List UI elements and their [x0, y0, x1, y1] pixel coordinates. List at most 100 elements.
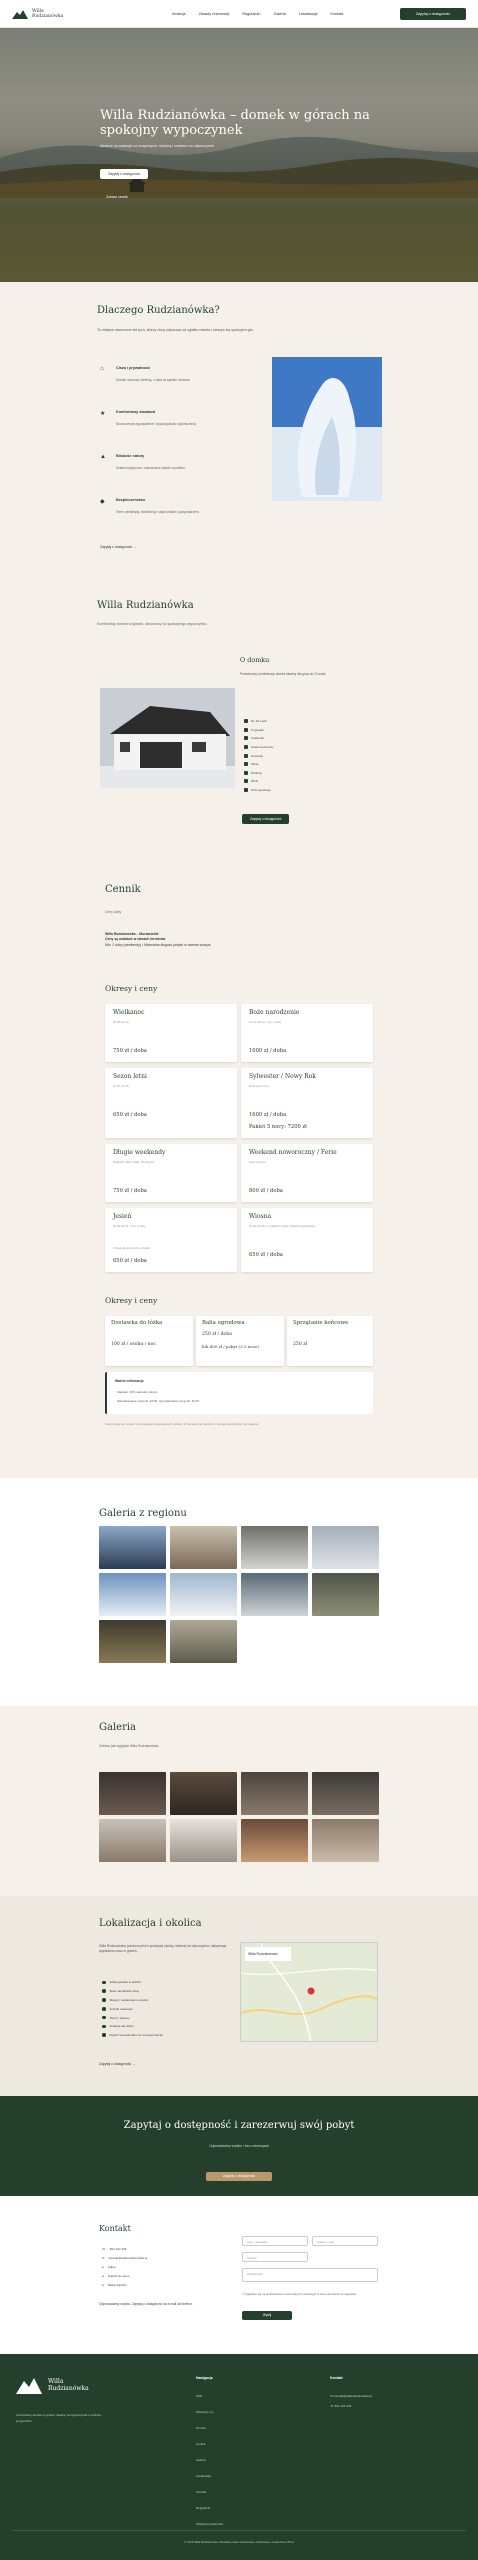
- contact-item[interactable]: ● Mapa dojazdu: [102, 2280, 147, 2289]
- gallery-image[interactable]: [241, 1526, 308, 1569]
- gallery-image[interactable]: [170, 1819, 237, 1862]
- name-input[interactable]: Imię i nazwisko: [242, 2236, 308, 2246]
- footer-link[interactable]: Kontakt: [196, 2490, 223, 2506]
- location-more-link[interactable]: Zapytaj o dostępność →: [99, 2062, 136, 2066]
- price-card-price: 1600 zł / doba: [249, 1112, 287, 1118]
- gallery-image[interactable]: [99, 1819, 166, 1862]
- footer-link[interactable]: Start: [196, 2394, 223, 2410]
- about-text: Przestronny, komfortowy domek idealny dl…: [240, 672, 327, 676]
- gallery-image[interactable]: [170, 1772, 237, 1815]
- gallery-image[interactable]: [312, 1526, 379, 1569]
- nav-link-regulamin[interactable]: Regulamin: [242, 12, 260, 16]
- gallery-image[interactable]: [312, 1772, 379, 1815]
- footer-link[interactable]: Dlaczego my: [196, 2410, 223, 2426]
- star-icon: ★: [100, 411, 106, 417]
- gallery-image[interactable]: [312, 1819, 379, 1862]
- message-input[interactable]: Wiadomość: [242, 2268, 378, 2282]
- info-line: Zadatek: 30% wartości pobytu: [117, 1390, 158, 1394]
- mountain-logo-icon: [12, 9, 28, 19]
- location-title: Lokalizacja i okolica: [99, 1918, 202, 1929]
- contact-item[interactable]: ● Dojazd do domu: [102, 2271, 147, 2280]
- email-input[interactable]: Adres e-mail: [312, 2236, 378, 2246]
- mountain-logo-icon: [16, 2378, 42, 2394]
- contact-note: Odpowiadamy szybko. Zapytaj o dostępność…: [99, 2302, 193, 2306]
- cta-subtitle: Odpowiadamy szybko i bez zobowiązań: [208, 2144, 270, 2148]
- footer-link[interactable]: Regulamin: [196, 2506, 223, 2522]
- amenity-item: Do 10 osób: [244, 717, 274, 726]
- price-card-dates: 01.07–31.08: [113, 1084, 129, 1088]
- why-more-link[interactable]: Zapytaj o dostępność →: [100, 545, 137, 549]
- location-item-label: Sklepy i restauracje w okolicy: [109, 1997, 149, 2002]
- footer-link[interactable]: Lokalizacja: [196, 2474, 223, 2490]
- location-item-label: Ścieżki rowerowe: [109, 2006, 133, 2011]
- contact-section: Kontakt ☏ 601 222 333 ✉ kontakt@willarudzi…: [0, 2196, 478, 2354]
- location-item: Szlaki górskie w pobliżu: [102, 1978, 163, 1987]
- footer-nav: Start Dlaczego my Domek Cennik Galeria L…: [196, 2394, 223, 2538]
- nav-link-lokalizacja[interactable]: Lokalizacja: [299, 12, 318, 16]
- hero-secondary-link[interactable]: Zobacz cennik: [106, 195, 128, 199]
- consent-checkbox[interactable]: ☐ Zgadzam się na przetwarzanie moich dan…: [242, 2292, 382, 2296]
- bullet-icon: [102, 1980, 106, 1985]
- location-item: Atrakcje dla dzieci: [102, 2022, 163, 2031]
- gallery-image[interactable]: [312, 1573, 379, 1616]
- amenity-item: 3 łazienki: [244, 734, 274, 743]
- bullet-icon: [102, 2024, 106, 2029]
- gallery-image[interactable]: [241, 1573, 308, 1616]
- footer-brand[interactable]: Willa Rudzianówka: [16, 2376, 89, 2394]
- amenity-label: Taras: [251, 762, 259, 767]
- gallery-subtitle: Zobacz jak wygląda Willa Rudzianówka: [99, 1744, 159, 1748]
- region-gallery-section: Galeria z regionu: [0, 1478, 478, 1706]
- footer-link[interactable]: Galeria: [196, 2458, 223, 2474]
- send-button[interactable]: Wyślij: [242, 2311, 292, 2320]
- price-card-name: Wiosna: [249, 1213, 272, 1220]
- price-card-name: Sylwester / Nowy Rok: [249, 1073, 316, 1080]
- gallery-image[interactable]: [99, 1526, 166, 1569]
- willa-title: Willa Rudzianówka: [97, 600, 194, 611]
- nav-link-zasady[interactable]: Zasady rezerwacji: [199, 12, 230, 16]
- about-box: O domku Przestronny, komfortowy domek id…: [240, 656, 380, 677]
- hero-primary-button[interactable]: Zapytaj o dostępność: [100, 169, 149, 179]
- brand-logo[interactable]: Willa Rudzianówka: [12, 9, 132, 19]
- nav-link-kontakt[interactable]: Kontakt: [331, 12, 344, 16]
- location-map[interactable]: Willa Rudzianówka: [240, 1942, 378, 2042]
- amenity-item: Grill ogrodowy: [244, 786, 274, 795]
- amenity-icon: [244, 745, 248, 750]
- footer-contact-email[interactable]: ✉ kontakt@willarudzianowka.pl: [330, 2394, 372, 2404]
- nav-link-galeria[interactable]: Galeria: [273, 12, 285, 16]
- nav-link-atrakcje[interactable]: Atrakcje: [172, 12, 186, 16]
- extra-price: 100 zł / osoba / noc: [111, 1342, 156, 1347]
- gallery-image[interactable]: [170, 1573, 237, 1616]
- gallery-image[interactable]: [99, 1573, 166, 1616]
- willa-cta-button[interactable]: Zapytaj o dostępność: [242, 814, 290, 824]
- map-icon: ●: [102, 2282, 104, 2287]
- footer-link[interactable]: Domek: [196, 2426, 223, 2442]
- gallery-image[interactable]: [241, 1819, 308, 1862]
- extra-price: 250 zł: [293, 1342, 308, 1347]
- home-icon: ⌂: [100, 366, 104, 372]
- amenity-label: 3 łazienki: [251, 736, 264, 741]
- gallery-image[interactable]: [170, 1526, 237, 1569]
- gallery-image[interactable]: [99, 1772, 166, 1815]
- phone-input[interactable]: Telefon: [242, 2252, 308, 2262]
- footer-link[interactable]: Cennik: [196, 2442, 223, 2458]
- important-info-box: Ważne informacje Zadatek: 30% wartości p…: [105, 1372, 373, 1414]
- pricing-footnote: Ceny mogą się zmienić w przypadku indywi…: [105, 1422, 260, 1426]
- price-card-price: 1000 zł / doba: [249, 1048, 287, 1054]
- gallery-image[interactable]: [170, 1620, 237, 1663]
- nav-cta-button[interactable]: Zapytaj o dostępność: [399, 7, 466, 20]
- contact-item[interactable]: ☏ 601 222 333: [102, 2244, 147, 2253]
- cta-button[interactable]: Zapytaj o dostępność: [206, 2172, 272, 2181]
- house-gallery-section: Galeria Zobacz jak wygląda Willa Rudzian…: [0, 1706, 478, 1896]
- price-card: Boże narodzenie 22.12–28.12 • min. 4 dob…: [241, 1004, 373, 1062]
- price-card-dates: 01.04–30.06 (z wyjątkiem świąt i długich…: [249, 1224, 316, 1228]
- price-card-name: Wielkanoc: [113, 1009, 145, 1016]
- feature-desc: Teren zamknięty, monitoring i stały kont…: [116, 510, 200, 514]
- amenity-icon: [244, 762, 248, 767]
- contact-item[interactable]: ✉ kontakt@willarudzianowka.pl: [102, 2253, 147, 2262]
- price-card-price: 750 zł / doba: [113, 1188, 147, 1194]
- info-title: Ważne informacje: [115, 1379, 144, 1383]
- mountain-icon: ▲: [100, 454, 106, 460]
- gallery-image[interactable]: [99, 1620, 166, 1663]
- footer-contact-phone[interactable]: ☏ 601 222 333: [330, 2404, 372, 2414]
- gallery-image[interactable]: [241, 1772, 308, 1815]
